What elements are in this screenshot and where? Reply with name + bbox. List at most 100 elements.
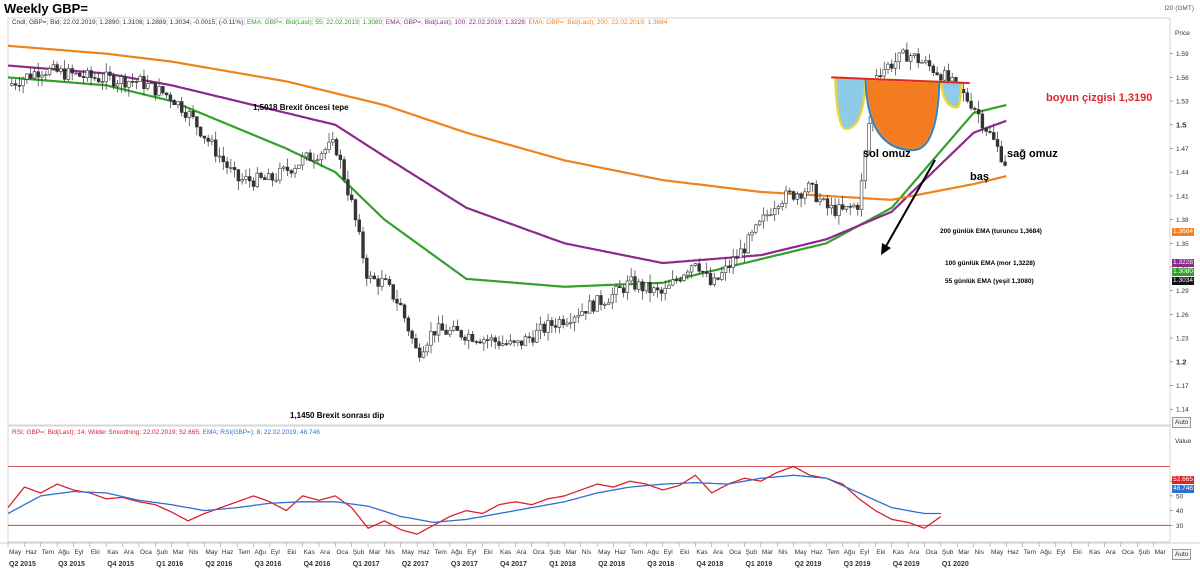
candle-body — [372, 275, 377, 280]
month-tick-label: May — [205, 549, 218, 556]
candle-body — [618, 286, 622, 289]
candle-body — [595, 295, 599, 312]
candle-body — [561, 319, 565, 326]
candle-body — [32, 71, 37, 79]
month-tick-label: Tem — [238, 549, 250, 556]
candle-body — [146, 83, 150, 89]
candle-body — [478, 341, 482, 344]
candle-body — [274, 179, 278, 182]
right-shoulder-shape — [939, 80, 964, 109]
candle-body — [527, 336, 531, 339]
candle-body — [890, 63, 894, 69]
candle-body — [266, 173, 271, 181]
candle-body — [40, 74, 44, 78]
quarter-tick-label: Q3 2018 — [647, 561, 674, 568]
month-tick-label: Şub — [156, 549, 168, 556]
candle-body — [973, 107, 977, 110]
candle-body — [361, 231, 365, 259]
candle-body — [51, 64, 56, 69]
candle-body — [920, 61, 924, 64]
candle-body — [229, 167, 233, 169]
quarter-tick-label: Q2 2017 — [402, 561, 429, 568]
candle-body — [353, 199, 358, 221]
candle-body — [538, 323, 543, 331]
month-tick-label: Kas — [696, 549, 708, 556]
candle-body — [342, 159, 346, 180]
month-tick-label: Tem — [435, 549, 447, 556]
price-tag-last: 1.3034 — [1172, 277, 1194, 285]
month-tick-label: Kas — [107, 549, 119, 556]
price-tick-label: 1.53 — [1176, 99, 1189, 106]
candle-body — [553, 325, 558, 328]
candle-body — [327, 141, 331, 150]
candle-body — [142, 76, 146, 89]
candle-body — [70, 68, 74, 74]
candle-body — [410, 330, 414, 339]
month-tick-label: May — [402, 549, 415, 556]
candle-body — [508, 340, 513, 345]
candle-body — [625, 280, 630, 293]
ema200-note: 200 günlük EMA (turuncu 1,3684) — [940, 228, 1042, 235]
candle-body — [942, 70, 947, 81]
candle-body — [244, 176, 248, 180]
rsi-panel: Value30405060 — [7, 438, 1192, 535]
candle-body — [55, 64, 59, 72]
candle-body — [546, 320, 550, 333]
candle-body — [210, 139, 214, 142]
candle-body — [1003, 161, 1007, 166]
candle-body — [467, 333, 471, 341]
candle-body — [59, 68, 63, 72]
candle-body — [470, 333, 475, 342]
candle-body — [13, 83, 18, 86]
candle-body — [402, 304, 407, 319]
candle-body — [791, 191, 796, 200]
candle-body — [806, 182, 811, 193]
month-tick-label: May — [795, 549, 808, 556]
candle-body — [376, 278, 380, 287]
candle-body — [655, 287, 660, 291]
candle-body — [614, 286, 618, 295]
candle-body — [485, 339, 490, 341]
candle-body — [671, 279, 675, 286]
month-tick-label: Eki — [91, 549, 100, 556]
candle-body — [417, 347, 422, 358]
candle-body — [784, 190, 788, 204]
month-tick-label: Eki — [680, 549, 689, 556]
candle-body — [765, 214, 769, 217]
candle-body — [380, 278, 384, 287]
rsi-tick-label: 50 — [1176, 493, 1184, 500]
left-shoulder-shape — [833, 76, 867, 130]
candle-body — [893, 61, 898, 69]
month-tick-label: Şub — [942, 549, 954, 556]
candle-body — [251, 180, 256, 187]
candle-body — [319, 153, 324, 161]
candle-body — [81, 76, 86, 78]
ema100-note: 100 günlük EMA (mor 1,3228) — [945, 260, 1036, 267]
candle-body — [451, 325, 456, 331]
candle-body — [735, 257, 739, 259]
candle-body — [803, 191, 807, 199]
candle-body — [138, 76, 142, 82]
candle-body — [338, 154, 343, 160]
candle-body — [399, 302, 403, 306]
candle-body — [772, 208, 777, 216]
price-tick-label: 1.38 — [1176, 217, 1189, 224]
month-tick-label: Ağu — [58, 549, 70, 556]
candle-body — [757, 220, 762, 226]
price-tick-label: 1.56 — [1176, 75, 1189, 82]
quarter-tick-label: Q4 2017 — [500, 561, 527, 568]
candle-body — [297, 164, 301, 169]
price-tag-ema200: 1.3684 — [1172, 228, 1194, 236]
candle-body — [78, 72, 82, 77]
candle-body — [788, 190, 792, 193]
candle-body — [931, 65, 936, 73]
candle-body — [984, 127, 988, 132]
candle-body — [750, 231, 754, 236]
month-tick-label: Tem — [1024, 549, 1036, 556]
month-tick-label: Kas — [1089, 549, 1101, 556]
candle-body — [383, 278, 388, 280]
candle-body — [908, 55, 913, 62]
candle-body — [818, 198, 822, 203]
candle-body — [433, 331, 437, 336]
price-tag-ema55: 1.3080 — [1172, 268, 1194, 276]
